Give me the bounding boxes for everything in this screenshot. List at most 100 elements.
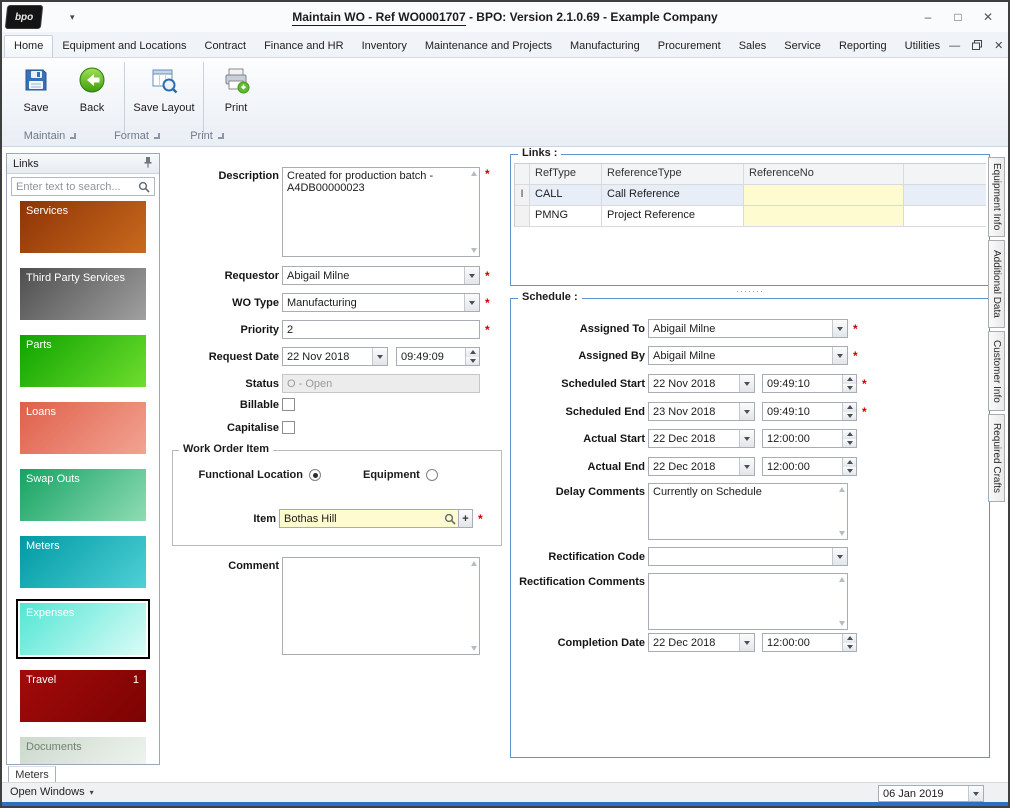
maximize-button[interactable]: □ bbox=[944, 6, 972, 28]
spinner-up-icon[interactable] bbox=[843, 375, 856, 384]
referenceno-cell[interactable] bbox=[744, 185, 904, 206]
chevron-down-icon[interactable] bbox=[739, 458, 754, 475]
spinner-down-icon[interactable] bbox=[466, 357, 479, 366]
rectification-comments-field[interactable] bbox=[648, 573, 848, 630]
panel-splitter[interactable]: ······· bbox=[510, 286, 990, 296]
item-search-icon[interactable] bbox=[442, 513, 458, 525]
time-spinner[interactable] bbox=[465, 348, 479, 365]
completion-time-field[interactable]: 12:00:00 bbox=[762, 633, 857, 652]
sidebar-tile-documents[interactable]: Documents bbox=[20, 737, 146, 764]
table-row-call[interactable]: I CALL Call Reference bbox=[515, 185, 986, 206]
time-spinner[interactable] bbox=[842, 458, 856, 475]
chevron-down-icon[interactable] bbox=[372, 348, 387, 365]
side-tab-additional-data[interactable]: Additional Data bbox=[988, 240, 1005, 328]
open-windows-button[interactable]: Open Windows ▾ bbox=[10, 786, 94, 798]
spinner-down-icon[interactable] bbox=[843, 643, 856, 652]
actual-start-date-picker[interactable]: 22 Dec 2018 bbox=[648, 429, 755, 448]
chevron-down-icon[interactable] bbox=[739, 375, 754, 392]
description-field[interactable]: Created for production batch - A4DB00000… bbox=[282, 167, 480, 257]
equipment-radio[interactable] bbox=[426, 469, 438, 481]
assigned-to-combobox[interactable]: Abigail Milne bbox=[648, 319, 848, 338]
scroll-up-icon[interactable] bbox=[839, 487, 845, 492]
spinner-down-icon[interactable] bbox=[843, 412, 856, 421]
menu-tab-sales[interactable]: Sales bbox=[730, 36, 776, 57]
comment-field[interactable] bbox=[282, 557, 480, 655]
referencetype-cell[interactable]: Project Reference bbox=[602, 206, 744, 227]
sidebar-tile-meters[interactable]: Meters bbox=[20, 536, 146, 588]
spinner-up-icon[interactable] bbox=[466, 348, 479, 357]
rectification-code-combobox[interactable] bbox=[648, 547, 848, 566]
chevron-down-icon[interactable] bbox=[832, 548, 847, 565]
menu-tab-home[interactable]: Home bbox=[4, 35, 53, 57]
delay-comments-field[interactable]: Currently on Schedule bbox=[648, 483, 848, 540]
scheduled-end-date-picker[interactable]: 23 Nov 2018 bbox=[648, 402, 755, 421]
scroll-down-icon[interactable] bbox=[839, 621, 845, 626]
spinner-down-icon[interactable] bbox=[843, 467, 856, 476]
side-tab-required-crafts[interactable]: Required Crafts bbox=[988, 414, 1005, 502]
chevron-down-icon[interactable] bbox=[832, 320, 847, 337]
wo-type-combobox[interactable]: Manufacturing bbox=[282, 293, 480, 312]
menu-tab-service[interactable]: Service bbox=[775, 36, 830, 57]
sidebar-tile-services[interactable]: Services bbox=[20, 201, 146, 253]
column-header-referencetype[interactable]: ReferenceType bbox=[602, 164, 744, 185]
menu-tab-procurement[interactable]: Procurement bbox=[649, 36, 730, 57]
menu-tab-finance-and-hr[interactable]: Finance and HR bbox=[255, 36, 353, 57]
sidebar-tile-expenses[interactable]: Expenses bbox=[20, 603, 146, 655]
save-button[interactable]: Save bbox=[8, 62, 64, 126]
scheduled-start-date-picker[interactable]: 22 Nov 2018 bbox=[648, 374, 755, 393]
save-layout-button[interactable]: Save Layout bbox=[129, 62, 199, 126]
chevron-down-icon[interactable] bbox=[739, 430, 754, 447]
minimize-button[interactable]: – bbox=[914, 6, 942, 28]
mdi-restore-icon[interactable] bbox=[972, 40, 982, 52]
chevron-down-icon[interactable] bbox=[832, 347, 847, 364]
menu-tab-maintenance-and-projects[interactable]: Maintenance and Projects bbox=[416, 36, 561, 57]
time-spinner[interactable] bbox=[842, 403, 856, 420]
pin-icon[interactable] bbox=[143, 156, 153, 171]
spinner-down-icon[interactable] bbox=[843, 384, 856, 393]
functional-location-radio[interactable] bbox=[309, 469, 321, 481]
menu-tab-utilities[interactable]: Utilities bbox=[896, 36, 949, 57]
column-header-reftype[interactable]: RefType bbox=[530, 164, 602, 185]
spinner-up-icon[interactable] bbox=[843, 458, 856, 467]
time-spinner[interactable] bbox=[842, 634, 856, 651]
back-button[interactable]: Back bbox=[64, 62, 120, 126]
capitalise-checkbox[interactable] bbox=[282, 421, 295, 434]
menu-tab-manufacturing[interactable]: Manufacturing bbox=[561, 36, 649, 57]
table-row-pmng[interactable]: PMNG Project Reference bbox=[515, 206, 986, 227]
actual-end-time-field[interactable]: 12:00:00 bbox=[762, 457, 857, 476]
dialog-launcher-icon[interactable] bbox=[218, 133, 224, 139]
side-tab-customer-info[interactable]: Customer Info bbox=[988, 331, 1005, 411]
print-button[interactable]: Print bbox=[208, 62, 264, 126]
sidebar-tile-third-party-services[interactable]: Third Party Services bbox=[20, 268, 146, 320]
actual-end-date-picker[interactable]: 22 Dec 2018 bbox=[648, 457, 755, 476]
spinner-up-icon[interactable] bbox=[843, 634, 856, 643]
system-date-picker[interactable]: 06 Jan 2019 bbox=[878, 785, 984, 802]
scroll-up-icon[interactable] bbox=[471, 171, 477, 176]
request-date-picker[interactable]: 22 Nov 2018 bbox=[282, 347, 388, 366]
scheduled-end-time-field[interactable]: 09:49:10 bbox=[762, 402, 857, 421]
completion-date-picker[interactable]: 22 Dec 2018 bbox=[648, 633, 755, 652]
mdi-close-icon[interactable]: ✕ bbox=[994, 41, 1003, 51]
sidebar-tile-loans[interactable]: Loans bbox=[20, 402, 146, 454]
chevron-down-icon[interactable] bbox=[968, 786, 983, 801]
priority-field[interactable]: 2 bbox=[282, 320, 480, 339]
reftype-cell[interactable]: CALL bbox=[530, 185, 602, 206]
dialog-launcher-icon[interactable] bbox=[70, 133, 76, 139]
scroll-up-icon[interactable] bbox=[471, 561, 477, 566]
menu-tab-inventory[interactable]: Inventory bbox=[353, 36, 416, 57]
scroll-down-icon[interactable] bbox=[471, 646, 477, 651]
chevron-down-icon[interactable] bbox=[464, 267, 479, 284]
item-add-button[interactable]: + bbox=[459, 509, 473, 528]
scroll-up-icon[interactable] bbox=[839, 577, 845, 582]
time-spinner[interactable] bbox=[842, 430, 856, 447]
sidebar-search-input[interactable] bbox=[11, 177, 155, 196]
chevron-down-icon[interactable] bbox=[739, 403, 754, 420]
spinner-up-icon[interactable] bbox=[843, 403, 856, 412]
chevron-down-icon[interactable] bbox=[739, 634, 754, 651]
search-icon[interactable] bbox=[138, 181, 150, 196]
scheduled-start-time-field[interactable]: 09:49:10 bbox=[762, 374, 857, 393]
sidebar-tile-parts[interactable]: Parts bbox=[20, 335, 146, 387]
column-header-referenceno[interactable]: ReferenceNo bbox=[744, 164, 904, 185]
time-spinner[interactable] bbox=[842, 375, 856, 392]
spinner-down-icon[interactable] bbox=[843, 439, 856, 448]
